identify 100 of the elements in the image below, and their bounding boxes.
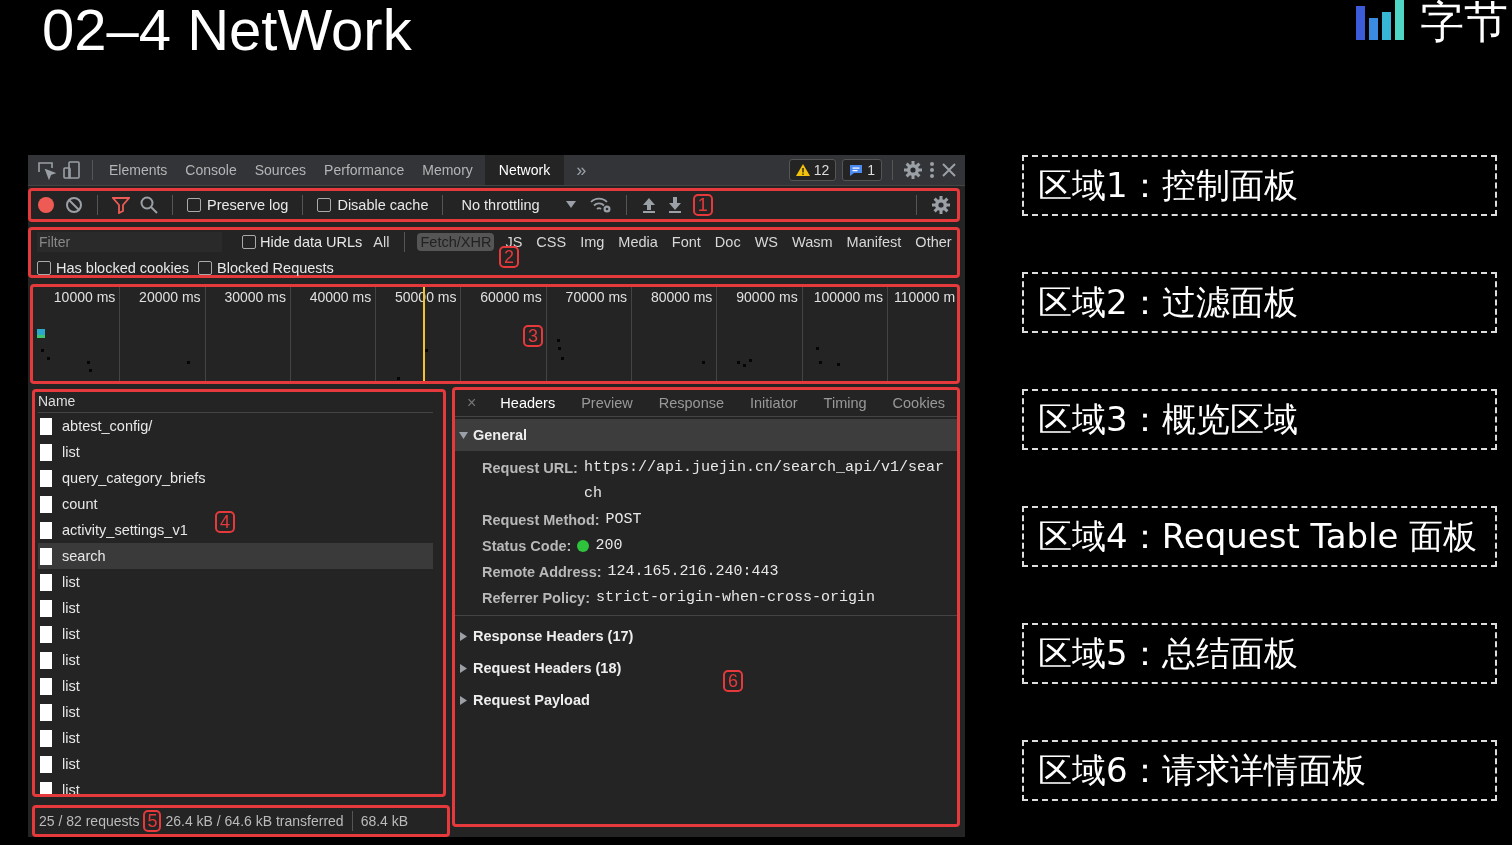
- request-row[interactable]: list: [38, 673, 84, 699]
- warnings-badge[interactable]: 12: [788, 159, 837, 181]
- throttling-dropdown[interactable]: No throttling: [457, 196, 580, 213]
- filter-icon[interactable]: [112, 195, 130, 214]
- checkbox-label[interactable]: Disable cache: [337, 196, 429, 213]
- more-options-icon[interactable]: [929, 161, 935, 179]
- field-value: POST: [605, 510, 642, 530]
- request-row[interactable]: search: [38, 543, 433, 569]
- network-conditions-icon[interactable]: [589, 195, 612, 214]
- detail-tab[interactable]: Timing: [813, 395, 877, 411]
- file-icon: [40, 729, 52, 747]
- request-name: query_category_briefs: [62, 470, 206, 486]
- field-value: 124.165.216.240:443: [607, 562, 779, 582]
- file-icon: [40, 443, 52, 461]
- legend-text: 区域6：请求详情面板: [1038, 748, 1366, 792]
- request-row[interactable]: count: [38, 491, 102, 517]
- resource-type-filter[interactable]: Img: [577, 232, 608, 251]
- resource-type-filter[interactable]: Manifest: [843, 232, 905, 251]
- request-row[interactable]: list: [38, 439, 84, 465]
- request-row[interactable]: list: [38, 725, 84, 751]
- resource-type-filter[interactable]: WS: [751, 232, 781, 251]
- resource-type-filter[interactable]: Font: [668, 232, 704, 251]
- request-count: 25 / 82 requests: [39, 813, 140, 829]
- filter-field[interactable]: Filter: [37, 231, 222, 252]
- messages-badge[interactable]: 1: [842, 159, 882, 181]
- message-icon: [849, 163, 864, 177]
- time-tick: 70000 ms: [565, 288, 628, 307]
- resource-type-filter[interactable]: Other: [912, 232, 955, 251]
- time-tick: 30000 ms: [224, 288, 286, 307]
- request-row[interactable]: query_category_briefs: [38, 465, 210, 491]
- resource-type-filter[interactable]: CSS: [533, 232, 570, 251]
- request-row[interactable]: list: [38, 699, 84, 725]
- file-icon: [40, 547, 52, 565]
- settings-icon[interactable]: [903, 160, 923, 180]
- request-name: list: [62, 678, 80, 694]
- checkbox[interactable]: [242, 234, 256, 249]
- warning-count: 12: [813, 162, 830, 178]
- panel-tab[interactable]: Elements: [103, 155, 174, 185]
- detail-tab[interactable]: Cookies: [882, 395, 955, 411]
- file-icon: [40, 417, 52, 435]
- checkbox-label[interactable]: Has blocked cookies: [56, 259, 189, 276]
- checkbox[interactable]: [187, 197, 201, 212]
- panel-tab[interactable]: Sources: [248, 155, 313, 185]
- resource-type-filter[interactable]: Doc: [711, 232, 744, 251]
- request-row[interactable]: list: [38, 751, 84, 777]
- inspect-icon[interactable]: [36, 160, 56, 180]
- section-header[interactable]: Response Headers (17): [455, 620, 638, 652]
- legend-text: 区域2：过滤面板: [1038, 280, 1298, 324]
- section-header[interactable]: General: [455, 419, 957, 451]
- resource-type-filter[interactable]: All: [370, 232, 393, 251]
- section-header[interactable]: Request Headers (18): [455, 652, 626, 684]
- field-value: 200: [595, 536, 623, 556]
- file-icon: [40, 521, 52, 539]
- resource-type-filter[interactable]: Wasm: [789, 232, 836, 251]
- legend-text: 区域3：概览区域: [1038, 397, 1298, 441]
- resource-size: 68.4 kB: [360, 813, 409, 829]
- checkbox[interactable]: [37, 260, 51, 275]
- file-icon: [40, 781, 52, 794]
- checkbox[interactable]: [198, 260, 212, 275]
- annotation-number: 4: [215, 511, 235, 533]
- file-icon: [40, 625, 52, 643]
- device-icon[interactable]: [62, 160, 82, 180]
- close-icon[interactable]: [941, 162, 957, 178]
- panel-tab[interactable]: Network: [484, 155, 565, 185]
- dropdown-caret-icon: [565, 200, 576, 209]
- request-row[interactable]: abtest_config/: [38, 413, 157, 439]
- field-label: Request URL:: [482, 459, 578, 478]
- checkbox[interactable]: [317, 197, 332, 212]
- close-button[interactable]: ×: [459, 394, 485, 412]
- request-name: abtest_config/: [62, 418, 153, 434]
- clear-icon[interactable]: [65, 195, 83, 214]
- panel-tab[interactable]: Console: [179, 155, 243, 185]
- detail-tab[interactable]: Response: [648, 395, 735, 411]
- download-icon[interactable]: [666, 195, 683, 214]
- request-row[interactable]: activity_settings_v1: [38, 517, 192, 543]
- more-tabs-button[interactable]: »: [570, 159, 593, 181]
- search-icon[interactable]: [140, 195, 158, 214]
- resource-type-filter[interactable]: Media: [615, 232, 661, 251]
- request-name: list: [62, 574, 80, 590]
- transferred-size: 26.4 kB / 64.6 kB transferred: [165, 813, 344, 829]
- panel-tab[interactable]: Memory: [416, 155, 479, 185]
- section-header[interactable]: Request Payload: [455, 684, 594, 716]
- request-name: list: [62, 704, 80, 720]
- record-icon[interactable]: [37, 195, 55, 214]
- detail-tab[interactable]: Preview: [571, 395, 643, 411]
- request-name: list: [62, 600, 80, 616]
- detail-tab[interactable]: Headers: [490, 395, 566, 411]
- request-name: count: [62, 496, 98, 512]
- column-header[interactable]: Name: [38, 392, 433, 413]
- checkbox-label[interactable]: Hide data URLs: [260, 233, 363, 250]
- time-tick: 60000 ms: [480, 288, 542, 307]
- request-row[interactable]: list: [38, 569, 84, 595]
- checkbox-label[interactable]: Preserve log: [207, 196, 289, 213]
- request-row[interactable]: list: [38, 595, 84, 621]
- settings-icon[interactable]: [931, 194, 951, 215]
- detail-tab[interactable]: Initiator: [740, 395, 808, 411]
- request-row[interactable]: list: [38, 647, 84, 673]
- checkbox-label[interactable]: Blocked Requests: [217, 259, 334, 276]
- request-row[interactable]: list: [38, 621, 84, 647]
- panel-tab[interactable]: Performance: [318, 155, 411, 185]
